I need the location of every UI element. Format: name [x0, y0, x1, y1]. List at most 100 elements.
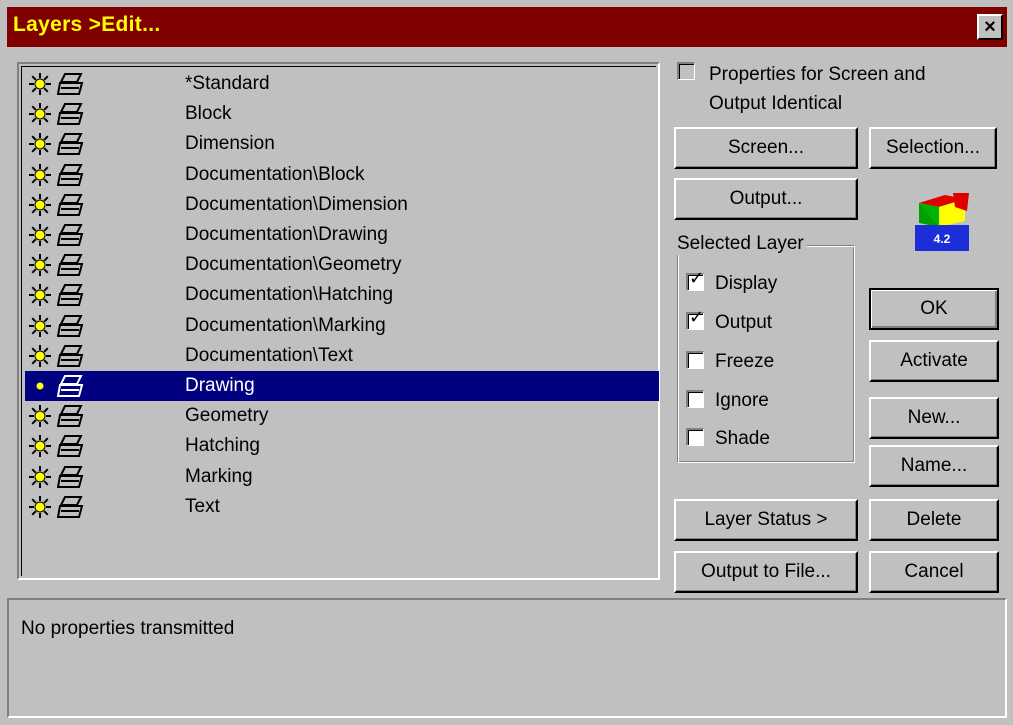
layer-status-icons[interactable] — [27, 193, 99, 217]
layer-status-icons[interactable] — [27, 72, 99, 96]
status-panel: No properties transmitted — [7, 598, 1007, 718]
layer-printer-icon — [57, 375, 84, 397]
screen-button[interactable]: Screen... — [674, 127, 858, 169]
layer-row[interactable]: Geometry — [25, 401, 659, 431]
layer-visible-icon — [29, 345, 51, 367]
layer-row[interactable]: Documentation\Dimension — [25, 190, 659, 220]
properties-identical-checkbox[interactable] — [677, 62, 695, 80]
activate-button[interactable]: Activate — [869, 340, 999, 382]
layer-status-icons[interactable] — [27, 102, 99, 126]
layer-name: Geometry — [185, 405, 269, 426]
layer-name: Documentation\Block — [185, 164, 365, 185]
layer-row[interactable]: Documentation\Drawing — [25, 220, 659, 250]
layer-visible-icon — [29, 103, 51, 125]
layer-status-icons[interactable] — [27, 283, 99, 307]
layer-name: Dimension — [185, 133, 275, 154]
layer-status-icons[interactable] — [27, 344, 99, 368]
output-button[interactable]: Output... — [674, 178, 858, 220]
output-label: Output — [715, 312, 773, 333]
layer-visible-icon — [29, 254, 51, 276]
display-label: Display — [715, 273, 778, 294]
cancel-button-label: Cancel — [904, 561, 964, 582]
title-bar[interactable]: Layers >Edit... × — [7, 7, 1007, 47]
ignore-option[interactable]: Ignore — [686, 389, 769, 412]
shade-option[interactable]: Shade — [686, 427, 770, 450]
window-title: Layers >Edit... — [13, 13, 161, 36]
layer-row[interactable]: Dimension — [25, 129, 659, 159]
layer-name: Block — [185, 103, 232, 124]
layer-printer-icon — [57, 254, 84, 276]
layer-printer-icon — [57, 224, 84, 246]
layer-status-button[interactable]: Layer Status > — [674, 499, 858, 541]
layer-list[interactable]: *Standard Block Dimension Documentation\… — [17, 62, 660, 580]
layer-row[interactable]: Hatching — [25, 431, 659, 461]
layer-name: Documentation\Drawing — [185, 224, 388, 245]
layer-printer-icon — [57, 315, 84, 337]
layer-status-icons[interactable] — [27, 404, 99, 428]
layer-name: Documentation\Geometry — [185, 254, 402, 275]
layer-status-icons[interactable] — [27, 223, 99, 247]
layer-printer-icon — [57, 435, 84, 457]
layer-row[interactable]: Block — [25, 99, 659, 129]
layer-printer-icon — [57, 164, 84, 186]
layer-visible-icon — [29, 496, 51, 518]
selection-button[interactable]: Selection... — [869, 127, 997, 169]
output-checkbox[interactable]: ✓ — [686, 308, 704, 330]
delete-button-label: Delete — [906, 509, 962, 530]
close-button[interactable]: × — [977, 14, 1003, 40]
layer-printer-icon — [57, 133, 84, 155]
cancel-button[interactable]: Cancel — [869, 551, 999, 593]
new-button[interactable]: New... — [869, 397, 999, 439]
layer-printer-icon — [57, 466, 84, 488]
layer-row[interactable]: Documentation\Hatching — [25, 280, 659, 310]
layer-printer-icon — [57, 405, 84, 427]
ok-button-label: OK — [920, 298, 948, 319]
display-option[interactable]: ✓ Display — [686, 269, 778, 295]
layer-name: Drawing — [185, 375, 255, 396]
layer-name: Text — [185, 496, 220, 517]
layer-status-icons[interactable] — [27, 434, 99, 458]
layer-row[interactable]: Documentation\Marking — [25, 311, 659, 341]
layer-status-icons[interactable] — [27, 495, 99, 519]
layer-visible-icon — [29, 194, 51, 216]
layer-status-icons[interactable] — [27, 465, 99, 489]
output-button-label: Output... — [729, 188, 803, 209]
output-option[interactable]: ✓ Output — [686, 308, 773, 334]
ok-button[interactable]: OK — [869, 288, 999, 330]
layer-status-icons[interactable] — [27, 374, 99, 398]
layer-row[interactable]: Drawing — [25, 371, 659, 401]
layer-row[interactable]: Documentation\Block — [25, 160, 659, 190]
close-icon: × — [984, 16, 996, 38]
layer-visible-icon — [29, 73, 51, 95]
check-icon: ✓ — [689, 306, 705, 327]
layer-name: *Standard — [185, 73, 270, 94]
layer-status-icons[interactable] — [27, 132, 99, 156]
layer-list-rows: *Standard Block Dimension Documentation\… — [21, 66, 659, 576]
output-to-file-button-label: Output to File... — [701, 561, 831, 582]
layer-status-icons[interactable] — [27, 314, 99, 338]
output-to-file-button[interactable]: Output to File... — [674, 551, 858, 593]
logo-version: 4.2 — [934, 232, 951, 246]
layer-row[interactable]: Documentation\Text — [25, 341, 659, 371]
layer-status-icons[interactable] — [27, 253, 99, 277]
layer-visible-icon — [29, 284, 51, 306]
layer-row[interactable]: *Standard — [25, 69, 659, 99]
ignore-label: Ignore — [715, 390, 769, 411]
name-button[interactable]: Name... — [869, 445, 999, 487]
layer-printer-icon — [57, 496, 84, 518]
delete-button[interactable]: Delete — [869, 499, 999, 541]
layer-row[interactable]: Text — [25, 492, 659, 522]
ignore-checkbox[interactable] — [686, 389, 704, 408]
layer-printer-icon — [57, 73, 84, 95]
layer-visible-icon — [29, 405, 51, 427]
layer-row[interactable]: Marking — [25, 462, 659, 492]
shade-checkbox[interactable] — [686, 427, 704, 446]
display-checkbox[interactable]: ✓ — [686, 269, 704, 291]
freeze-checkbox[interactable] — [686, 350, 704, 369]
freeze-label: Freeze — [715, 351, 775, 372]
layer-row[interactable]: Documentation\Geometry — [25, 250, 659, 280]
freeze-option[interactable]: Freeze — [686, 350, 775, 373]
layer-status-icons[interactable] — [27, 163, 99, 187]
layer-name: Documentation\Text — [185, 345, 353, 366]
layer-printer-icon — [57, 284, 84, 306]
